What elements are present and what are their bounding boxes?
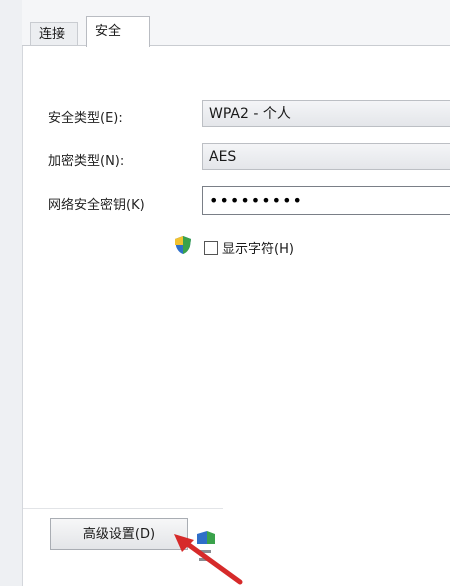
show-characters-checkbox[interactable] (204, 241, 218, 255)
tab-security[interactable]: 安全 (86, 16, 150, 47)
security-type-label: 安全类型(E): (48, 111, 123, 126)
tab-connection[interactable]: 连接 (30, 22, 78, 46)
security-type-select[interactable]: WPA2 - 个人 (202, 100, 450, 127)
network-key-label: 网络安全密钥(K) (48, 198, 145, 213)
window-left-edge (0, 0, 23, 586)
panel-separator (23, 508, 223, 509)
encryption-type-select[interactable]: AES (202, 143, 450, 170)
encryption-type-label: 加密类型(N): (48, 154, 125, 169)
network-key-input[interactable]: ••••••••• (202, 186, 450, 215)
pointer-arrow-icon (174, 534, 243, 585)
shield-icon (175, 236, 191, 254)
show-characters-label[interactable]: 显示字符(H) (222, 238, 294, 257)
